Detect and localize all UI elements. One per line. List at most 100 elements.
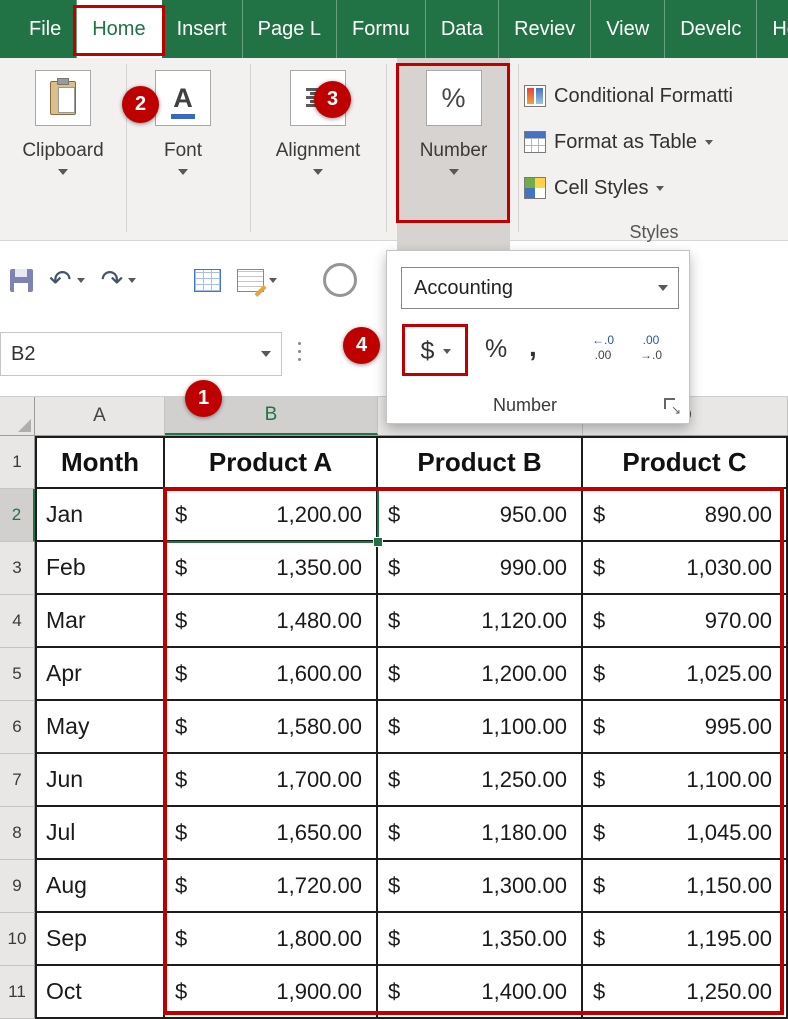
row-header-3[interactable]: 3 [0,542,35,595]
font-button[interactable]: A [155,70,211,126]
tab-reviev[interactable]: Reviev [499,0,591,58]
save-icon[interactable] [10,269,33,292]
cell-value[interactable]: $1,580.00 [165,701,378,754]
paste-button[interactable] [35,70,91,126]
header-cell-month[interactable]: Month [35,436,165,489]
chevron-down-icon[interactable] [449,169,459,175]
name-box[interactable]: B2 [0,332,282,376]
number-format-button[interactable]: % [426,70,482,126]
cell-month-may[interactable]: May [35,701,165,754]
row-header-8[interactable]: 8 [0,807,35,860]
cell-month-jul[interactable]: Jul [35,807,165,860]
cell-value[interactable]: $1,250.00 [378,754,583,807]
cell-value[interactable]: $1,200.00 [165,489,378,542]
cell-value[interactable]: $1,300.00 [378,860,583,913]
accounting-format-button[interactable]: $ [409,329,463,373]
cell-month-mar[interactable]: Mar [35,595,165,648]
tab-file[interactable]: File [14,0,77,58]
cell-value[interactable]: $890.00 [583,489,788,542]
conditional-formatting-button[interactable]: Conditional Formatti [524,82,784,110]
cell-month-jan[interactable]: Jan [35,489,165,542]
table-icon[interactable] [194,269,221,292]
comma-style-button[interactable]: , [529,331,537,363]
tab-help[interactable]: Help [757,0,788,58]
cell-month-oct[interactable]: Oct [35,966,165,1019]
tab-home[interactable]: Home [77,0,161,58]
font-group-label: Font [164,140,202,162]
row-header-4[interactable]: 4 [0,595,35,648]
cell-month-sep[interactable]: Sep [35,913,165,966]
cell-value[interactable]: $1,800.00 [165,913,378,966]
chevron-down-icon[interactable] [313,169,323,175]
cell-month-apr[interactable]: Apr [35,648,165,701]
row-header-11[interactable]: 11 [0,966,35,1019]
row-header-7[interactable]: 7 [0,754,35,807]
chevron-down-icon [658,285,668,291]
amount: 1,250.00 [481,767,567,793]
tab-view[interactable]: View [591,0,665,58]
column-header-A[interactable]: A [35,397,165,435]
cell-month-feb[interactable]: Feb [35,542,165,595]
cell-value[interactable]: $1,480.00 [165,595,378,648]
chevron-down-icon[interactable] [77,278,85,283]
row-header-6[interactable]: 6 [0,701,35,754]
cell-month-aug[interactable]: Aug [35,860,165,913]
cell-value[interactable]: $1,720.00 [165,860,378,913]
cell-value[interactable]: $1,030.00 [583,542,788,595]
chevron-down-icon[interactable] [58,169,68,175]
cell-value[interactable]: $1,700.00 [165,754,378,807]
cell-value[interactable]: $1,350.00 [378,913,583,966]
tab-formu[interactable]: Formu [337,0,426,58]
row-header-9[interactable]: 9 [0,860,35,913]
cell-value[interactable]: $1,120.00 [378,595,583,648]
row-header-2[interactable]: 2 [0,489,35,542]
cell-value[interactable]: $995.00 [583,701,788,754]
row-header-1[interactable]: 1 [0,436,35,489]
cell-value[interactable]: $1,100.00 [378,701,583,754]
chevron-down-icon[interactable] [269,278,277,283]
cell-value[interactable]: $1,900.00 [165,966,378,1019]
percent-style-button[interactable]: % [485,335,507,364]
chevron-down-icon[interactable] [261,351,271,357]
format-as-table-label: Format as Table [554,131,697,154]
row-header-10[interactable]: 10 [0,913,35,966]
cell-value[interactable]: $950.00 [378,489,583,542]
cell-value[interactable]: $1,045.00 [583,807,788,860]
cell-value[interactable]: $1,350.00 [165,542,378,595]
cell-value[interactable]: $1,180.00 [378,807,583,860]
dialog-launcher-icon[interactable] [664,398,679,413]
cell-value[interactable]: $1,150.00 [583,860,788,913]
increase-decimal-button[interactable]: ←.0 .00 [581,333,625,363]
select-all-button[interactable] [0,397,35,435]
cell-value[interactable]: $1,600.00 [165,648,378,701]
currency-symbol: $ [388,820,400,846]
cell-value[interactable]: $970.00 [583,595,788,648]
tab-develc[interactable]: Develc [665,0,757,58]
fill-handle[interactable] [373,537,383,547]
cell-value[interactable]: $990.00 [378,542,583,595]
cell-value[interactable]: $1,200.00 [378,648,583,701]
number-format-select[interactable]: Accounting [401,267,679,309]
format-as-table-button[interactable]: Format as Table [524,128,784,156]
tab-data[interactable]: Data [426,0,499,58]
chevron-down-icon[interactable] [128,278,136,283]
row-header-5[interactable]: 5 [0,648,35,701]
decrease-decimal-button[interactable]: .00 →.0 [629,333,673,363]
header-cell-product-a[interactable]: Product A [165,436,378,489]
header-cell-product-b[interactable]: Product B [378,436,583,489]
cell-value[interactable]: $1,650.00 [165,807,378,860]
cell-value[interactable]: $1,250.00 [583,966,788,1019]
cell-value[interactable]: $1,400.00 [378,966,583,1019]
tab-page-l[interactable]: Page L [243,0,337,58]
tab-insert[interactable]: Insert [162,0,243,58]
cell-styles-button[interactable]: Cell Styles [524,174,784,202]
cell-value[interactable]: $1,025.00 [583,648,788,701]
form-icon[interactable] [237,269,264,292]
chevron-down-icon[interactable] [178,169,188,175]
cell-month-jun[interactable]: Jun [35,754,165,807]
redo-icon[interactable]: ↷ [101,267,124,294]
cell-value[interactable]: $1,195.00 [583,913,788,966]
cell-value[interactable]: $1,100.00 [583,754,788,807]
undo-icon[interactable]: ↶ [49,267,72,294]
header-cell-product-c[interactable]: Product C [583,436,788,489]
